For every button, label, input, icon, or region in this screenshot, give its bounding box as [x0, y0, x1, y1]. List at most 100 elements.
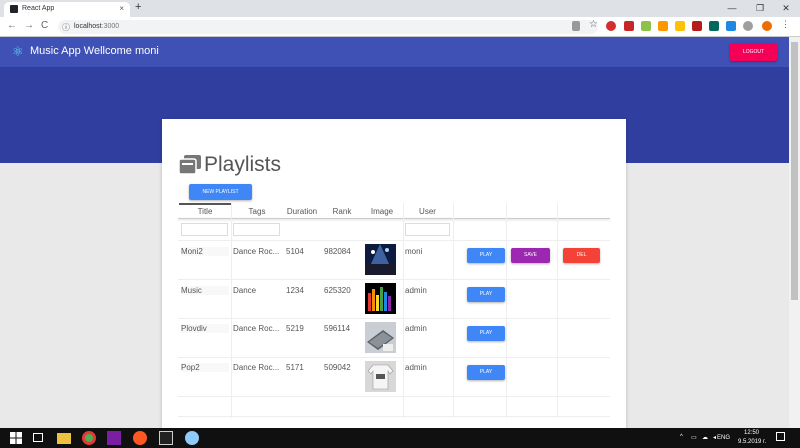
- restore-button[interactable]: ❐: [746, 0, 774, 17]
- file-explorer-icon[interactable]: [57, 433, 71, 444]
- column-divider: [403, 203, 404, 418]
- url-field[interactable]: ⓘ localhost:3000: [58, 20, 598, 34]
- cell-rank: 982084: [324, 247, 351, 256]
- browser-tab[interactable]: React App ×: [4, 2, 130, 17]
- cell-user: admin: [405, 363, 427, 372]
- cell-rank: 509042: [324, 363, 351, 372]
- star-icon[interactable]: ☆: [589, 19, 599, 30]
- column-divider: [557, 203, 558, 418]
- extension-icon[interactable]: [624, 21, 634, 31]
- cell-duration: 5219: [286, 324, 304, 333]
- extension-icon[interactable]: [692, 21, 702, 31]
- app-bar: ⚛ Music App Wellcome moni: [0, 37, 789, 67]
- wifi-icon[interactable]: ☁: [702, 434, 708, 441]
- tab-close-icon[interactable]: ×: [119, 4, 124, 13]
- cell-tags: Dance Roc...: [233, 324, 280, 333]
- extension-icon[interactable]: [658, 21, 668, 31]
- cell-title: Pop2: [181, 363, 229, 372]
- cell-user: admin: [405, 324, 427, 333]
- play-button[interactable]: PLAY: [467, 365, 505, 380]
- info-icon[interactable]: ⓘ: [62, 22, 70, 33]
- row-divider: [178, 357, 610, 358]
- cell-title: Plovdiv: [181, 324, 229, 333]
- title-filter-input[interactable]: [181, 223, 228, 236]
- cell-duration: 5104: [286, 247, 304, 256]
- forward-button[interactable]: →: [24, 20, 34, 31]
- clock-date[interactable]: 9.5.2019 г.: [738, 439, 766, 445]
- key-icon[interactable]: [572, 21, 580, 31]
- column-header-image[interactable]: Image: [362, 207, 402, 216]
- cell-tags: Dance Roc...: [233, 247, 280, 256]
- extension-icon[interactable]: [641, 21, 651, 31]
- column-header-duration[interactable]: Duration: [283, 207, 321, 216]
- cell-rank: 596114: [324, 324, 351, 333]
- language-indicator[interactable]: ENG: [717, 435, 730, 441]
- extension-icon[interactable]: [743, 21, 753, 31]
- new-playlist-button[interactable]: NEW PLAYLIST: [189, 184, 252, 200]
- app-icon[interactable]: [133, 431, 147, 445]
- clock-time[interactable]: 12:50: [744, 430, 759, 436]
- play-button[interactable]: PLAY: [467, 326, 505, 341]
- sort-indicator: [179, 203, 231, 205]
- adblock-icon[interactable]: [606, 21, 616, 31]
- react-logo-icon: ⚛: [12, 44, 24, 59]
- cell-duration: 5171: [286, 363, 304, 372]
- extension-icon[interactable]: [726, 21, 736, 31]
- chrome-icon[interactable]: [82, 431, 96, 445]
- playlist-thumbnail: [365, 244, 396, 275]
- row-divider: [178, 240, 610, 241]
- ide-icon[interactable]: [107, 431, 121, 445]
- notifications-icon[interactable]: [776, 432, 785, 441]
- row-divider: [178, 279, 610, 280]
- row-divider: [178, 318, 610, 319]
- app-icon[interactable]: [185, 431, 199, 445]
- cell-user: moni: [405, 247, 423, 256]
- windows-start-icon[interactable]: [10, 432, 22, 444]
- url-host: localhost: [74, 23, 102, 30]
- new-tab-button[interactable]: +: [135, 1, 141, 13]
- playlist-icon: [179, 155, 201, 175]
- volume-icon[interactable]: ◂: [713, 434, 716, 441]
- delete-button[interactable]: DEL: [563, 248, 600, 263]
- react-favicon-icon: [10, 5, 18, 13]
- cell-title: Moni2: [181, 247, 229, 256]
- browser-tabstrip: React App × + — ❐ ✕: [0, 0, 800, 17]
- cell-tags: Dance Roc...: [233, 363, 280, 372]
- column-header-tags[interactable]: Tags: [231, 207, 283, 216]
- task-view-icon[interactable]: [33, 433, 43, 442]
- column-header-user[interactable]: User: [403, 207, 452, 216]
- column-divider: [231, 203, 232, 418]
- network-icon[interactable]: ▭: [691, 434, 697, 441]
- row-divider: [178, 396, 610, 397]
- tags-filter-input[interactable]: [233, 223, 280, 236]
- back-button[interactable]: ←: [7, 20, 17, 31]
- page-title: Playlists: [204, 153, 282, 176]
- play-button[interactable]: PLAY: [467, 287, 505, 302]
- menu-icon[interactable]: ⋮: [781, 19, 791, 29]
- column-header-rank[interactable]: Rank: [323, 207, 361, 216]
- extension-icon[interactable]: [675, 21, 685, 31]
- play-button[interactable]: PLAY: [467, 248, 505, 263]
- user-filter-input[interactable]: [405, 223, 450, 236]
- extension-icon[interactable]: [709, 21, 719, 31]
- close-window-button[interactable]: ✕: [772, 0, 800, 17]
- header-divider: [178, 218, 610, 219]
- playlist-thumbnail: [365, 361, 396, 392]
- logout-button[interactable]: LOGOUT: [730, 43, 777, 61]
- reload-button[interactable]: C: [41, 20, 48, 31]
- tray-chevron-icon[interactable]: ^: [680, 434, 683, 440]
- app-title: Music App Wellcome moni: [30, 45, 159, 57]
- save-button[interactable]: SAVE: [511, 248, 550, 263]
- cell-user: admin: [405, 286, 427, 295]
- playlist-thumbnail: [365, 283, 396, 314]
- profile-avatar[interactable]: [762, 21, 772, 31]
- row-divider: [178, 416, 610, 417]
- column-header-title[interactable]: Title: [179, 207, 231, 216]
- tab-title: React App: [22, 5, 55, 12]
- cell-rank: 625320: [324, 286, 351, 295]
- cell-tags: Dance: [233, 286, 257, 295]
- scrollbar-thumb[interactable]: [791, 42, 798, 300]
- minimize-button[interactable]: —: [718, 0, 746, 17]
- terminal-icon[interactable]: [159, 431, 173, 445]
- cell-title: Music: [181, 286, 229, 295]
